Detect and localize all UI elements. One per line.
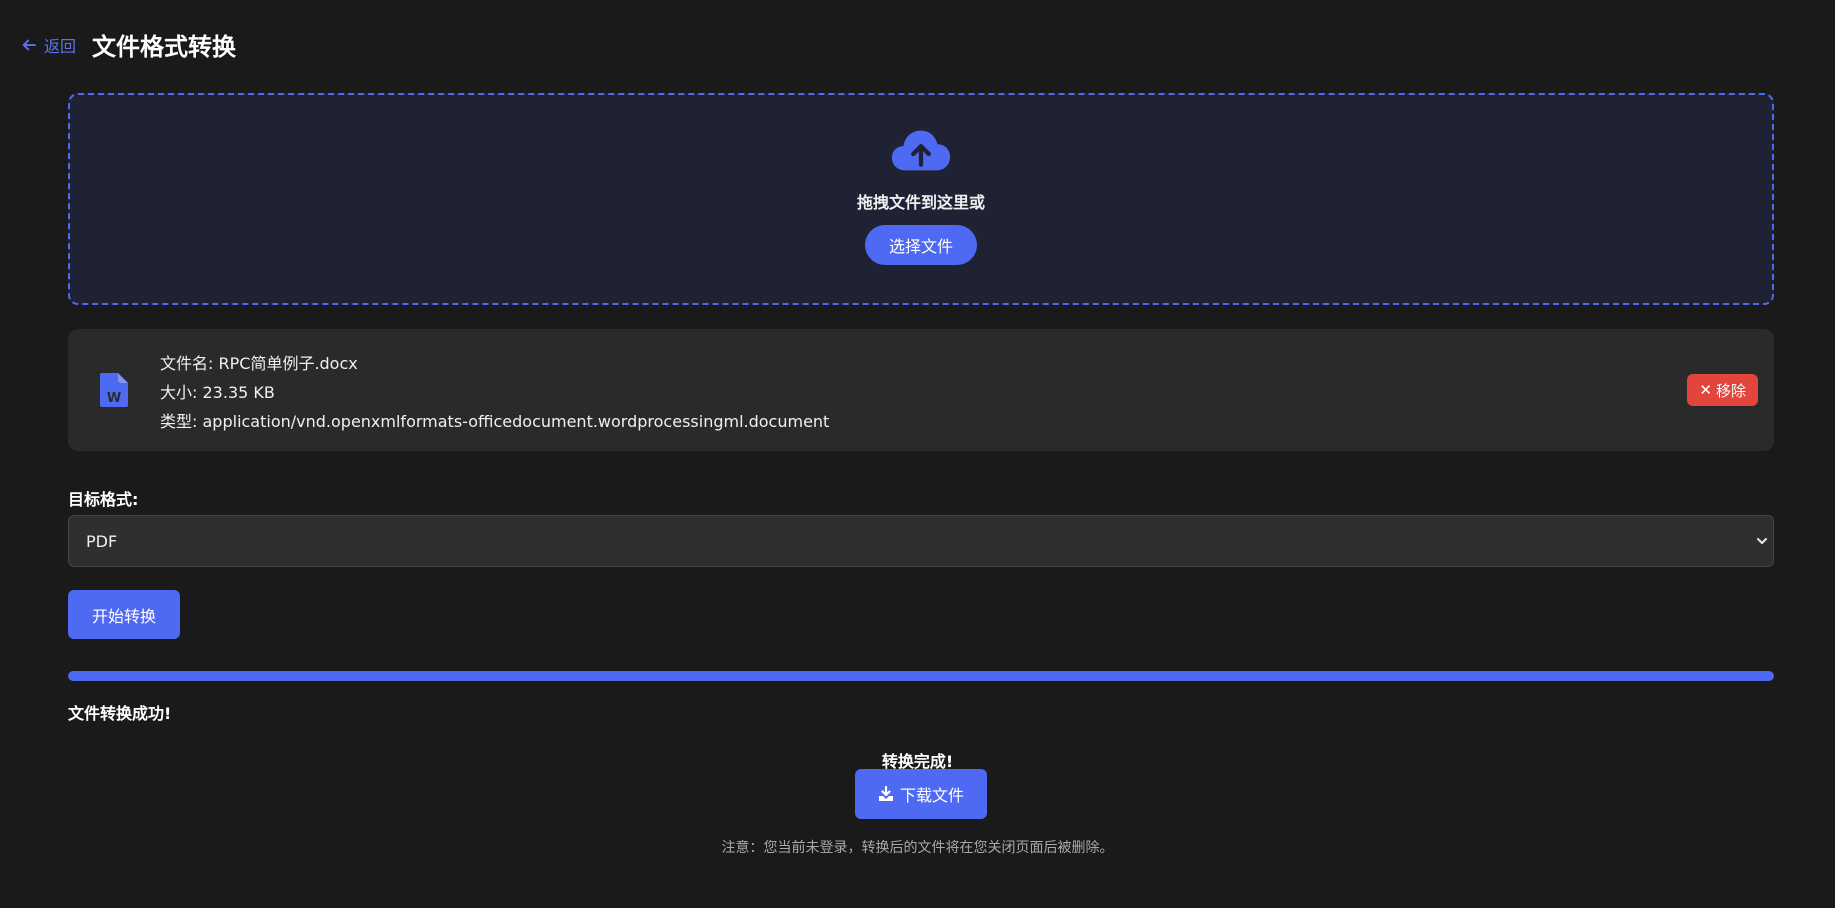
file-type-value: application/vnd.openxmlformats-officedoc… <box>202 412 830 431</box>
download-file-button[interactable]: 下载文件 <box>855 769 987 819</box>
start-convert-button[interactable]: 开始转换 <box>68 590 180 639</box>
file-type-label: 类型: <box>160 412 198 431</box>
back-link[interactable]: 返回 <box>20 33 76 57</box>
chevron-down-icon <box>1757 538 1767 544</box>
file-name-row: 文件名: RPC简单例子.docx <box>160 349 829 378</box>
header: 返回 文件格式转换 <box>20 27 236 62</box>
target-format-select[interactable]: PDF <box>68 515 1774 567</box>
progress-bar <box>68 671 1774 681</box>
remove-label: 移除 <box>1715 381 1746 400</box>
login-notice: 注意：您当前未登录，转换后的文件将在您关闭页面后被删除。 <box>721 840 1114 856</box>
file-size-value: 23.35 KB <box>202 383 275 402</box>
arrow-left-icon <box>22 39 36 50</box>
cloud-upload-icon <box>891 130 951 171</box>
file-name-label: 文件名: <box>160 354 214 373</box>
svg-text:W: W <box>107 391 121 406</box>
file-info: 文件名: RPC简单例子.docx 大小: 23.35 KB 类型: appli… <box>160 349 829 436</box>
target-format-value: PDF <box>86 531 118 551</box>
success-message: 文件转换成功! <box>68 704 172 723</box>
download-label: 下载文件 <box>899 786 964 805</box>
file-name-value: RPC简单例子.docx <box>218 354 358 373</box>
file-dropzone[interactable]: 拖拽文件到这里或 选择文件 <box>68 93 1774 305</box>
file-type-row: 类型: application/vnd.openxmlformats-offic… <box>160 407 829 436</box>
drop-text: 拖拽文件到这里或 <box>856 193 985 212</box>
select-file-button[interactable]: 选择文件 <box>865 225 977 265</box>
file-size-label: 大小: <box>160 383 198 402</box>
close-icon: ✕ <box>1699 381 1712 399</box>
back-label: 返回 <box>44 36 77 56</box>
download-icon <box>878 786 893 801</box>
page-title: 文件格式转换 <box>92 33 237 61</box>
word-document-icon: W <box>100 373 128 407</box>
file-card: W 文件名: RPC简单例子.docx 大小: 23.35 KB 类型: app… <box>68 329 1774 451</box>
remove-file-button[interactable]: ✕ 移除 <box>1687 374 1758 406</box>
progress-fill <box>68 671 1774 681</box>
file-size-row: 大小: 23.35 KB <box>160 378 829 407</box>
target-format-label: 目标格式: <box>68 490 139 509</box>
